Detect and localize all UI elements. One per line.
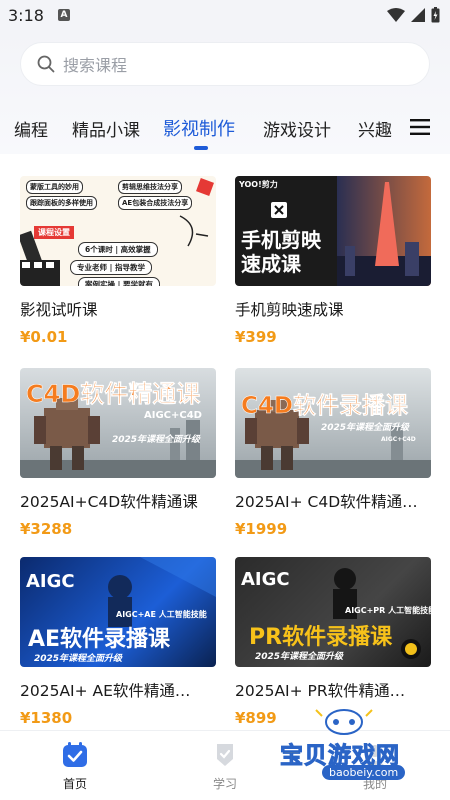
course-card[interactable]: C4D软件录播课 2025年课程全面升级 AIGC+C4D 2025AI+ C4…: [235, 368, 431, 548]
course-thumbnail[interactable]: C4D软件精通课 AIGC+C4D 2025年课程全面升级: [20, 368, 216, 478]
thumb-sub: AIGC+AE 人工智能技能: [116, 610, 207, 619]
thumb-tag: 案例实操 | 要学就有: [78, 277, 160, 286]
tab-film-production[interactable]: 影视制作: [163, 115, 235, 141]
course-card[interactable]: 蒙版工具的妙用 剪辑思维技法分享 跟踪面板的多样使用 AE包装合成技法分享 课程…: [20, 176, 216, 356]
nav-study[interactable]: 学习: [195, 741, 255, 792]
course-title: 2025AI+ C4D软件精通…: [235, 493, 418, 511]
course-card[interactable]: AIGC AIGC+AE 人工智能技能 AE软件录播课 2025年课程全面升级 …: [20, 557, 216, 737]
nav-label: 学习: [212, 777, 237, 791]
battery-icon: [431, 7, 440, 23]
course-price: ¥899: [235, 709, 277, 727]
active-tab-indicator: [194, 146, 208, 150]
course-title: 手机剪映速成课: [235, 301, 344, 319]
course-thumbnail[interactable]: YOO!剪力 手机剪映 速成课: [235, 176, 431, 286]
thumb-tag: AE包装合成技法分享: [118, 196, 193, 210]
tab-interests[interactable]: 兴趣: [358, 116, 392, 141]
thumb-sub: AIGC+C4D: [381, 436, 416, 443]
thumb-banner: 2025年课程全面升级: [255, 652, 344, 662]
search-placeholder: 搜索课程: [63, 56, 128, 75]
status-time: 3:18: [8, 6, 44, 25]
course-title: 2025AI+ AE软件精通…: [20, 682, 191, 700]
course-price: ¥0.01: [20, 328, 68, 346]
home-calendar-icon: [63, 742, 87, 767]
search-icon: [37, 55, 55, 73]
status-bar: 3:18 A: [0, 0, 450, 32]
course-price: ¥3288: [20, 520, 73, 538]
thumb-sub: AIGC+PR 人工智能技能: [345, 606, 431, 615]
wifi-icon: [387, 8, 405, 22]
thumb-badge: 课程设置: [34, 226, 74, 239]
category-tabs: 编程 精品小课 影视制作 游戏设计 兴趣: [0, 110, 400, 150]
thumb-top: AIGC: [241, 569, 290, 590]
search-input[interactable]: 搜索课程: [20, 42, 430, 86]
course-thumbnail[interactable]: 蒙版工具的妙用 剪辑思维技法分享 跟踪面板的多样使用 AE包装合成技法分享 课程…: [20, 176, 216, 286]
course-card[interactable]: C4D软件精通课 AIGC+C4D 2025年课程全面升级 2025AI+C4D…: [20, 368, 216, 548]
thumb-headline: AE软件录播课: [28, 627, 171, 652]
thumb-tag: 跟踪面板的多样使用: [26, 196, 97, 210]
thumb-headline: PR软件录播课: [249, 625, 393, 650]
notification-icon: A: [58, 9, 70, 21]
thumb-banner: 2025年课程全面升级: [34, 654, 123, 664]
thumb-headline: 手机剪映: [241, 228, 321, 252]
course-thumbnail[interactable]: AIGC AIGC+AE 人工智能技能 AE软件录播课 2025年课程全面升级: [20, 557, 216, 667]
thumb-top: AIGC: [26, 571, 75, 592]
thumb-headline: 速成课: [241, 252, 301, 276]
thumb-brand: YOO!剪力: [239, 180, 278, 189]
nav-label: 首页: [62, 777, 87, 791]
signal-icon: [411, 8, 425, 22]
thumb-headline: C4D软件录播课: [241, 393, 408, 420]
tab-premium-courses[interactable]: 精品小课: [72, 116, 140, 141]
tab-programming[interactable]: 编程: [14, 116, 48, 141]
tab-game-design[interactable]: 游戏设计: [263, 116, 331, 141]
thumb-banner: 2025年课程全面升级: [321, 423, 410, 433]
thumb-headline: C4D软件精通课: [26, 380, 201, 409]
thumb-tag: 专业老师 | 指导教学: [70, 260, 152, 275]
course-price: ¥1380: [20, 709, 73, 727]
watermark-url: baobeiy.com: [322, 765, 406, 780]
status-icons: [387, 7, 440, 23]
thumb-sub: AIGC+C4D: [144, 410, 202, 421]
course-title: 影视试听课: [20, 301, 98, 319]
course-thumbnail[interactable]: C4D软件录播课 2025年课程全面升级 AIGC+C4D: [235, 368, 431, 478]
menu-icon[interactable]: [410, 118, 430, 136]
watermark-logo: 宝贝游戏网 baobeiy.com: [272, 708, 442, 798]
nav-home[interactable]: 首页: [45, 741, 105, 792]
shield-check-icon: [217, 744, 233, 766]
thumb-tag: 蒙版工具的妙用: [26, 180, 83, 194]
course-thumbnail[interactable]: AIGC AIGC+PR 人工智能技能 PR软件录播课 2025年课程全面升级: [235, 557, 431, 667]
course-title: 2025AI+C4D软件精通课: [20, 493, 198, 511]
course-price: ¥1999: [235, 520, 288, 538]
thumb-tag: 剪辑思维技法分享: [118, 180, 182, 194]
thumb-banner: 2025年课程全面升级: [112, 435, 201, 445]
course-card[interactable]: YOO!剪力 手机剪映 速成课 手机剪映速成课 ¥399: [235, 176, 431, 356]
course-title: 2025AI+ PR软件精通…: [235, 682, 406, 700]
course-price: ¥399: [235, 328, 277, 346]
thumb-tag: 6个课时 | 高效掌握: [78, 242, 158, 257]
